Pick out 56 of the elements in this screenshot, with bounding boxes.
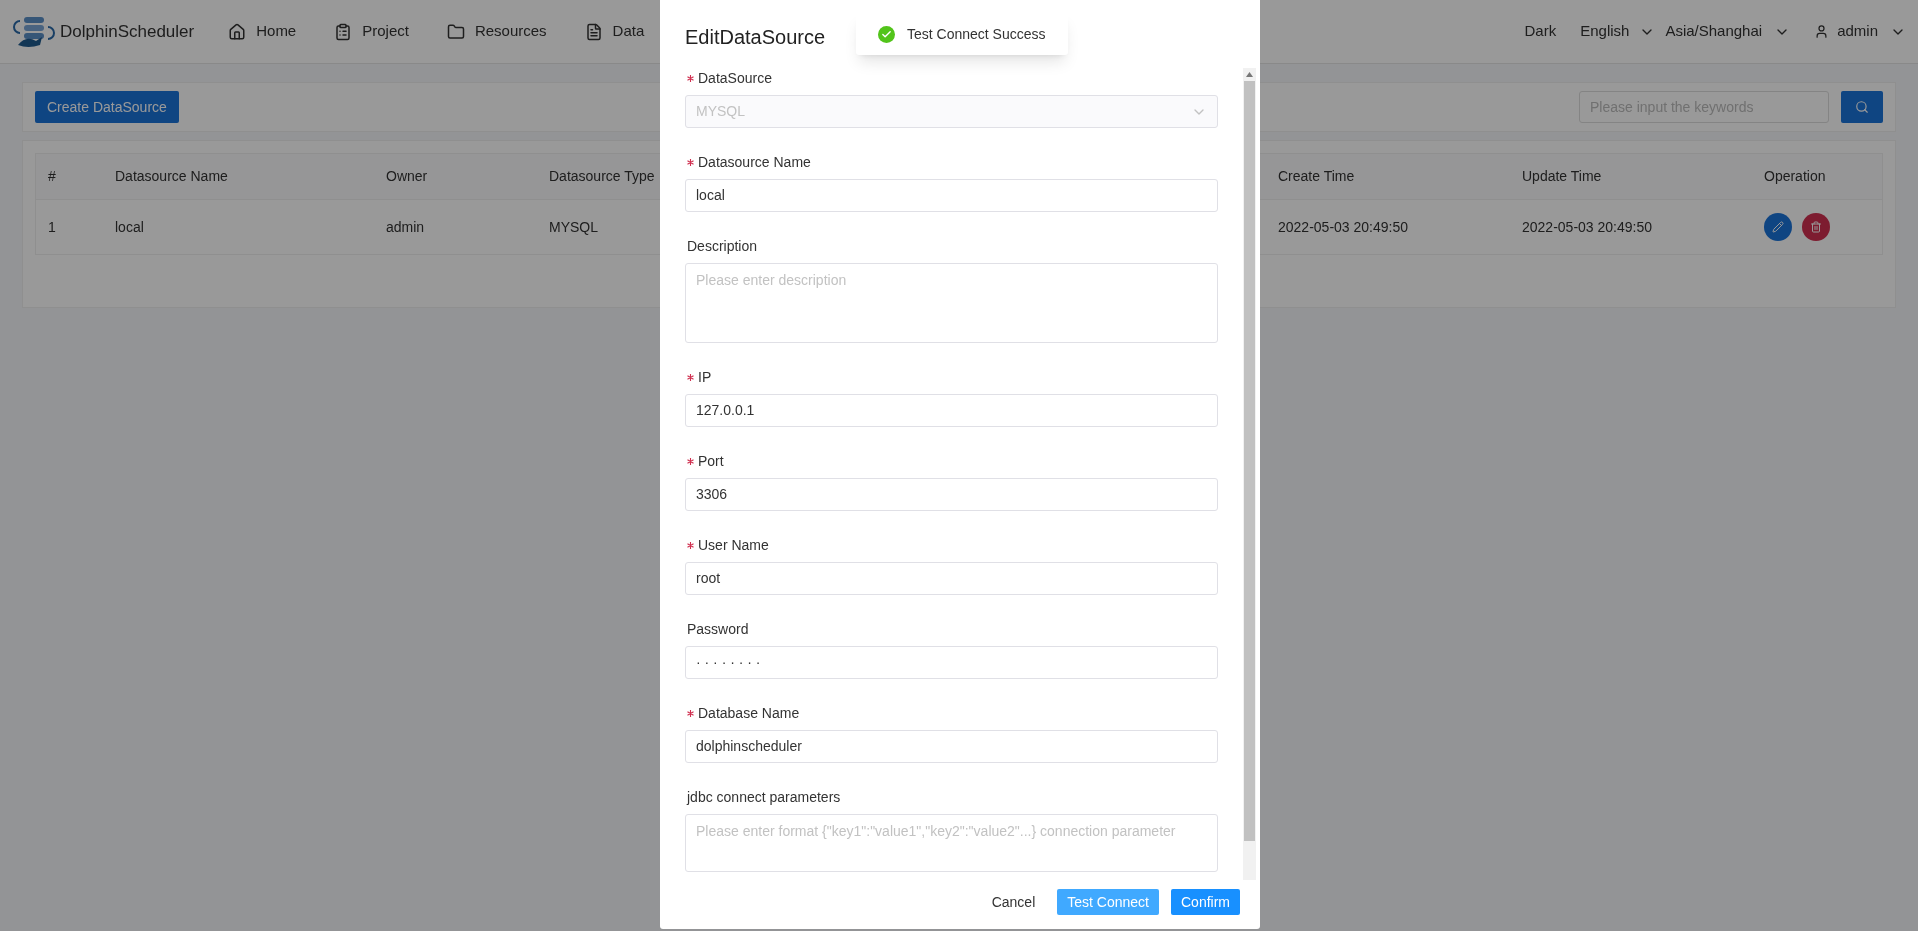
field-label: jdbc connect parameters	[687, 788, 841, 807]
delete-button[interactable]	[1802, 213, 1830, 241]
input-field[interactable]: 127.0.0.1	[685, 394, 1218, 427]
language-select[interactable]: English	[1580, 20, 1656, 43]
toast-message: Test Connect Success	[907, 24, 1046, 44]
dialog-title: EditDataSource	[685, 26, 826, 48]
column-header: #	[47, 167, 57, 186]
user-menu[interactable]: admin	[1814, 20, 1906, 43]
search-icon	[1855, 100, 1869, 114]
confirm-button[interactable]: Confirm	[1171, 889, 1240, 915]
column-header: Create Time	[1277, 167, 1356, 186]
scroll-up-arrow-icon[interactable]	[1246, 72, 1253, 77]
column-header: Datasource Type	[548, 167, 656, 186]
column-header: Owner	[385, 167, 429, 186]
cancel-button[interactable]: Cancel	[981, 889, 1046, 915]
field-label: DataSource	[698, 69, 772, 88]
field-label: Port	[698, 452, 724, 471]
field-label: Database Name	[698, 704, 800, 723]
theme-toggle[interactable]: Dark	[1524, 20, 1557, 43]
password-field[interactable]: · · · · · · · ·	[685, 646, 1218, 679]
input-field[interactable]: local	[685, 179, 1218, 212]
dolphin-logo-icon	[12, 14, 56, 49]
nav-item[interactable]: Data	[584, 11, 645, 52]
clipboard-icon	[334, 22, 353, 41]
trash-icon	[1810, 221, 1822, 233]
field-label: Password	[687, 620, 749, 639]
create-datasource-button[interactable]: Create DataSource	[35, 91, 179, 123]
brand-name: DolphinScheduler	[60, 20, 195, 43]
column-header: Datasource Name	[114, 167, 229, 186]
folder-icon	[446, 22, 465, 41]
input-field[interactable]: root	[685, 562, 1218, 595]
table-cell-text: 2022-05-03 20:49:50	[1521, 217, 1653, 237]
home-icon	[228, 22, 247, 41]
search-button[interactable]	[1841, 91, 1883, 123]
field-label: User Name	[698, 536, 769, 555]
edit-button[interactable]	[1764, 213, 1792, 241]
column-header: Operation	[1763, 167, 1827, 186]
field-label: Datasource Name	[698, 153, 811, 172]
document-icon	[584, 22, 603, 41]
nav-item[interactable]: Project	[334, 11, 409, 52]
user-icon	[1814, 24, 1830, 39]
pencil-icon	[1772, 221, 1784, 233]
input-field[interactable]: dolphinscheduler	[685, 730, 1218, 763]
nav-item[interactable]: Home	[228, 11, 297, 52]
table-cell-text: MYSQL	[548, 217, 599, 237]
field-label: Description	[687, 237, 758, 256]
column-header: Update Time	[1521, 167, 1603, 186]
nav-item[interactable]: Resources	[446, 11, 547, 52]
timezone-select[interactable]: Asia/Shanghai	[1665, 20, 1791, 43]
table-cell-text: 2022-05-03 20:49:50	[1277, 217, 1409, 237]
table-cell-text: admin	[385, 217, 426, 237]
table-cell-text: 1	[47, 217, 57, 237]
field-label: IP	[698, 368, 712, 387]
input-field[interactable]: 3306	[685, 478, 1218, 511]
table-cell-text: local	[114, 217, 145, 237]
scrollbar-thumb[interactable]	[1244, 81, 1255, 841]
